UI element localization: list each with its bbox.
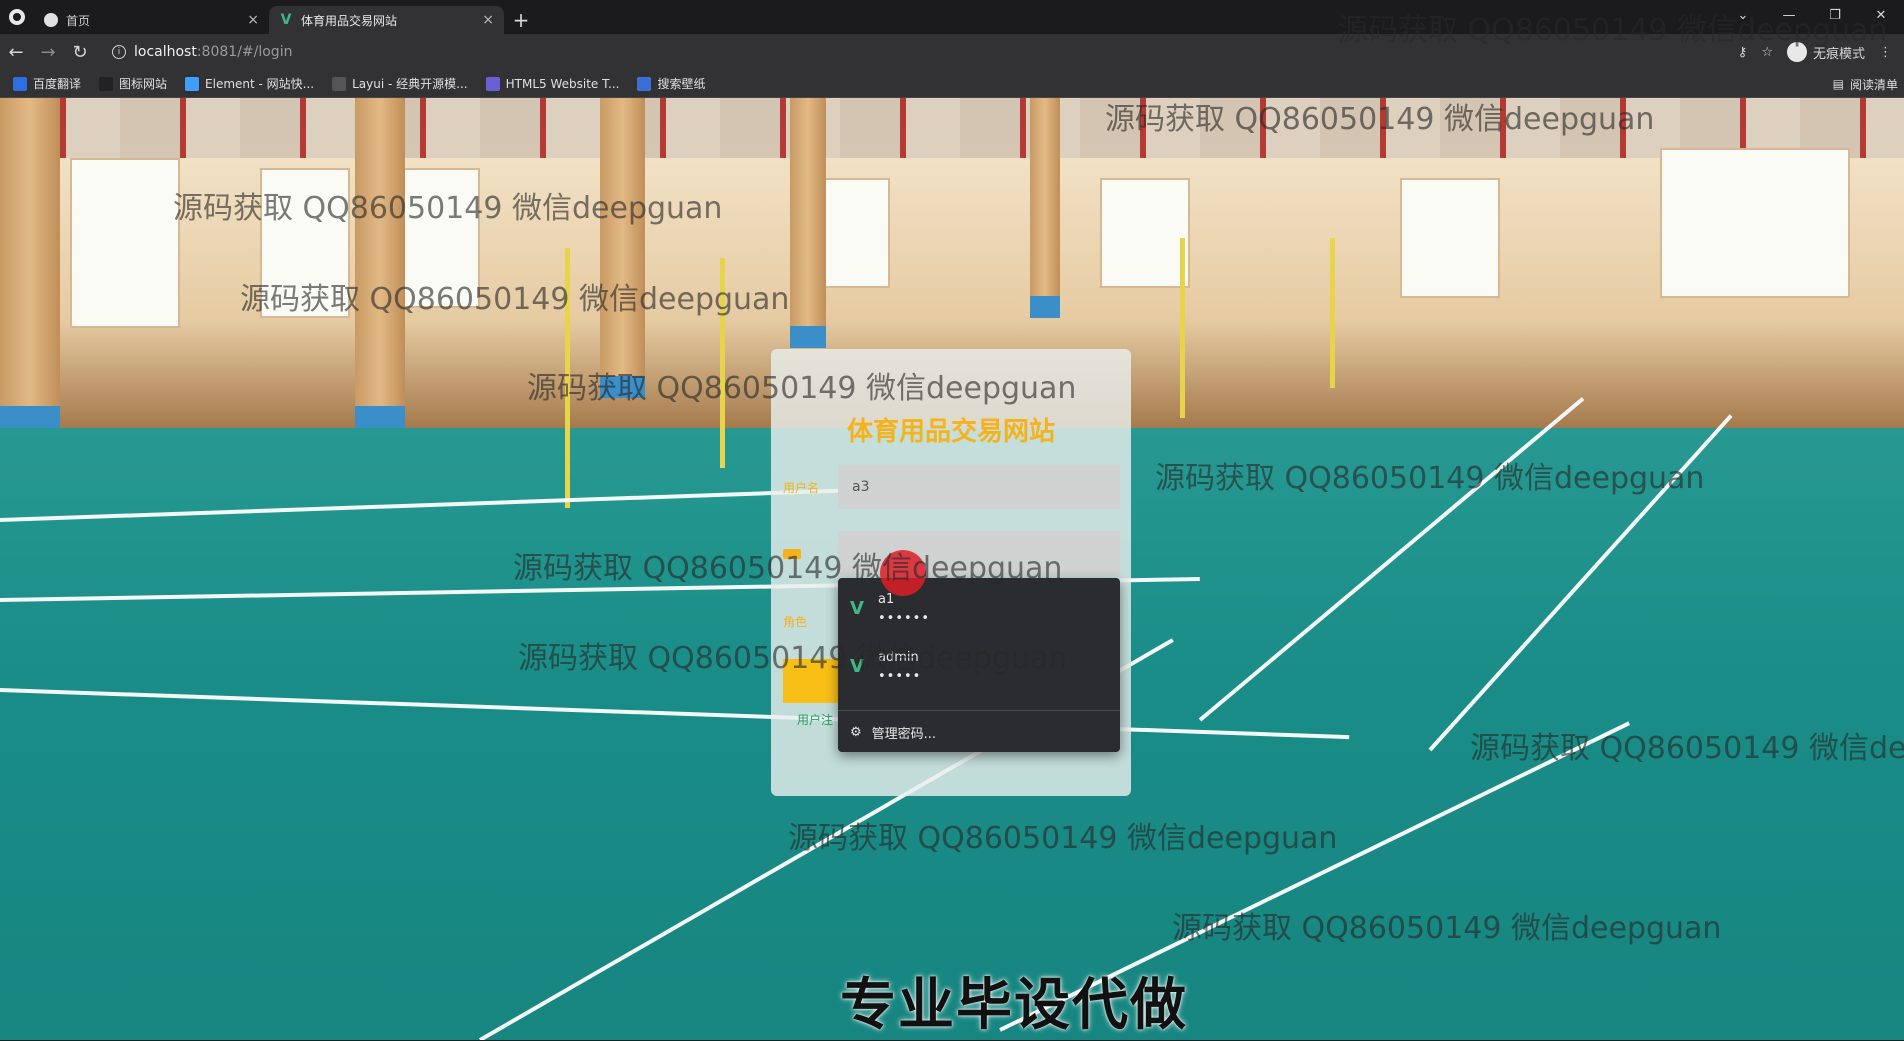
vue-logo-icon: V [280,12,292,28]
browser-logo-icon[interactable] [0,0,34,34]
background-window [1660,148,1850,298]
bookmark-icon [637,76,652,91]
autofill-password-mask: ••••• [878,669,922,684]
menu-icon[interactable]: ⋮ [1879,45,1892,60]
autofill-item[interactable]: V a1 •••••• [838,578,1120,636]
net-post [1330,238,1335,388]
tab-sports-shop[interactable]: V 体育用品交易网站 × [269,6,504,34]
bookmark-icon [485,76,500,91]
background-pillar [600,98,645,398]
autofill-item[interactable]: V admin ••••• [838,636,1120,694]
bookmark-item[interactable]: Element - 网站快... [176,75,323,92]
bookmark-icon [332,76,347,91]
manage-passwords-item[interactable]: ⚙ 管理密码... [838,712,1120,752]
cursor-highlight [880,550,926,596]
background-window [820,178,890,288]
url-host: localhost [134,44,197,60]
close-icon[interactable]: × [482,12,494,28]
manage-passwords-label: 管理密码... [871,726,937,742]
restore-icon[interactable]: ❐ [1812,0,1858,30]
window-close-icon[interactable]: ✕ [1858,0,1904,30]
net-post [720,258,725,468]
net-post [1180,238,1185,418]
background-pillar [355,98,405,428]
reading-list-label: 阅读清单 [1849,77,1898,92]
autofill-username: a1 [878,592,895,607]
vue-logo-icon: V [850,656,864,677]
bookmark-label: 图标网站 [119,77,168,91]
username-input[interactable]: a3 [838,465,1120,509]
star-icon[interactable]: ☆ [1761,45,1773,60]
video-caption: 专业毕设代做 [840,973,1188,1038]
autofill-password-mask: •••••• [878,611,931,626]
site-title: 体育用品交易网站 [846,417,1055,447]
password-autofill-dropdown: V a1 •••••• V admin ••••• ⚙ 管理密码... [838,578,1120,752]
role-label: 角色 [783,615,808,629]
bookmark-item[interactable]: 搜索壁纸 [628,75,714,92]
reload-icon[interactable]: ↻ [64,36,96,68]
bookmark-item[interactable]: HTML5 Website T... [477,76,629,91]
incognito-badge[interactable]: 无痕模式 [1786,42,1865,62]
browser-toolbar: ← → ↻ i localhost:8081/#/login ⚷ ☆ 无痕模式 … [0,34,1904,70]
url-path: :8081/#/login [196,44,293,60]
username-label: 用户名 [783,481,820,495]
bookmark-label: Element - 网站快... [205,77,315,91]
background-pillar [0,98,60,428]
bookmark-item[interactable]: 百度翻译 [4,75,90,92]
forward-icon[interactable]: → [32,36,64,68]
bookmark-icon [13,76,27,91]
background-pillar [1030,98,1060,318]
globe-icon [44,13,58,27]
incognito-label: 无痕模式 [1812,46,1865,62]
reading-list-icon: ▤ [1832,77,1844,91]
background-window [1100,178,1190,288]
background-window [260,168,350,318]
bookmark-icon [99,76,114,91]
bookmark-icon [185,76,200,91]
username-value: a3 [852,479,870,495]
minimize-icon[interactable]: — [1766,0,1812,30]
register-link[interactable]: 用户注 [797,711,833,728]
bookmark-item[interactable]: 图标网站 [90,75,176,92]
reading-list[interactable]: ▤ 阅读清单 [1833,70,1898,98]
bookmark-label: 搜索壁纸 [657,77,706,91]
background-window [70,158,180,328]
gear-icon: ⚙ [850,724,862,740]
site-info-icon[interactable]: i [112,45,126,59]
autofill-username: admin [878,650,919,665]
net-post [565,248,570,508]
divider [838,710,1120,711]
toolbar-actions: ⚷ ☆ 无痕模式 ⋮ [1738,34,1904,70]
vue-logo-icon: V [850,598,864,619]
incognito-icon [1786,42,1807,62]
background-window [1400,178,1500,298]
address-bar[interactable]: i localhost:8081/#/login [102,38,1702,66]
browser-tab-bar: 首页 × V 体育用品交易网站 × + ⌄ — ❐ ✕ [0,0,1904,34]
window-controls: ⌄ — ❐ ✕ [1720,0,1904,30]
tab-title: 首页 [66,13,91,28]
bookmark-label: 百度翻译 [33,77,82,91]
bookmark-label: Layui - 经典开源模... [352,77,468,91]
tab-title: 体育用品交易网站 [301,13,398,28]
background-window [400,168,480,308]
new-tab-button[interactable]: + [504,6,538,34]
password-key-icon [783,549,801,559]
close-icon[interactable]: × [247,12,259,28]
tab-search-icon[interactable]: ⌄ [1720,0,1766,30]
tab-home[interactable]: 首页 × [34,6,269,34]
bookmark-label: HTML5 Website T... [505,76,620,91]
bookmarks-bar: 百度翻译 图标网站 Element - 网站快... Layui - 经典开源模...… [0,70,1904,98]
key-icon[interactable]: ⚷ [1738,45,1748,60]
background-ceiling [0,98,1904,158]
background-pillar [790,98,826,348]
back-icon[interactable]: ← [0,36,32,68]
bookmark-item[interactable]: Layui - 经典开源模... [323,75,476,92]
